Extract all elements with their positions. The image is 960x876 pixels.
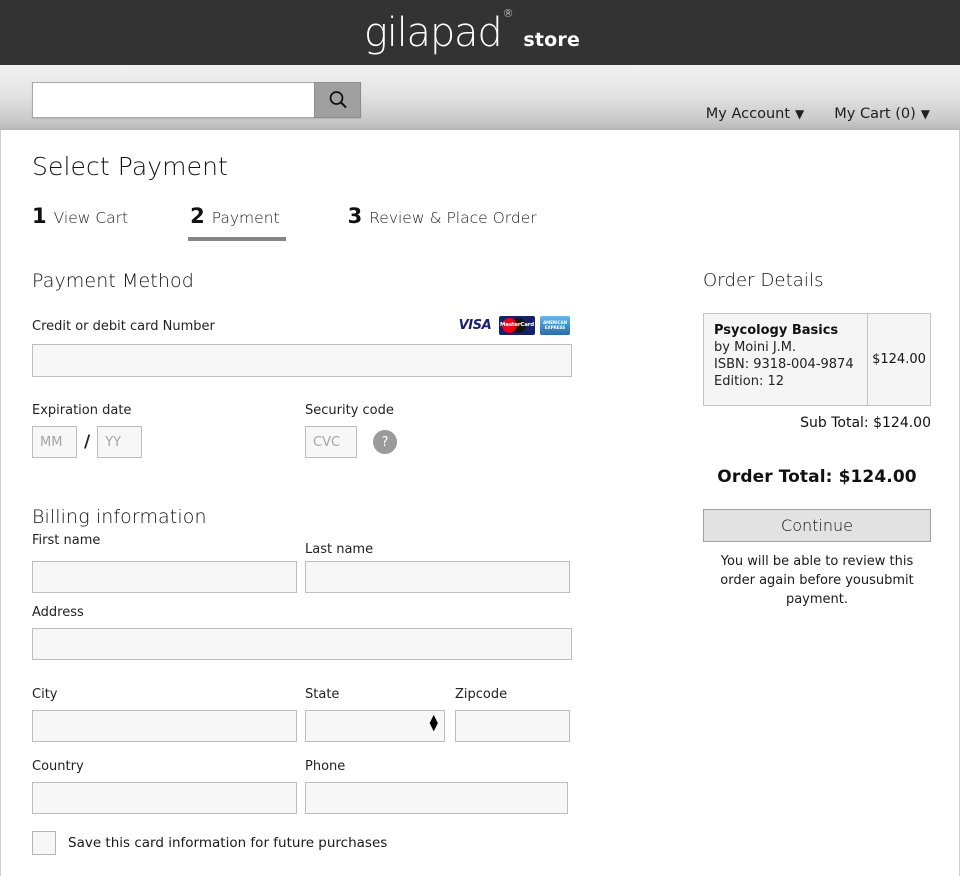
step-view-cart[interactable]: 1 View Cart [32,204,128,237]
mastercard-label: MasterCard [500,322,534,328]
brand-logo[interactable]: gilapad® store [363,8,581,56]
order-summary: Order Details Psycology Basics by Moini … [703,270,931,610]
expiration-security-row: Expiration date / Security code ? [32,403,572,458]
step-label: View Cart [53,209,129,227]
search-button[interactable] [314,82,361,118]
billing-information-heading: Billing information [32,506,207,528]
phone-label: Phone [305,759,346,774]
checkout-steps: 1 View Cart 2 Payment 3 Review & Place O… [32,204,537,241]
save-card-row: Save this card information for future pu… [32,831,572,855]
continue-button[interactable]: Continue [703,509,931,542]
order-item-price: $124.00 [867,314,930,405]
state-select[interactable]: ▲ ▼ [305,710,445,742]
country-phone-row: Country Phone [32,759,572,819]
search-group [32,82,361,118]
country-label: Country [32,759,84,774]
my-cart-label: My Cart (0) [834,106,916,122]
phone-input[interactable] [305,782,568,814]
city-state-zip-row: City State Zipcode ▲ ▼ [32,687,572,747]
payment-form: Payment Method Credit or debit card Numb… [32,270,572,855]
card-number-row: Credit or debit card Number VISA MasterC… [32,316,572,377]
order-item-author: by Moini J.M. [714,340,797,355]
address-input[interactable] [32,628,572,660]
site-header: gilapad® store [0,0,960,65]
security-code-label: Security code [305,403,394,418]
my-account-label: My Account [705,106,791,122]
city-input[interactable] [32,710,297,742]
chevron-down-icon: ▼ [920,107,930,121]
zipcode-input[interactable] [455,710,570,742]
page-title: Select Payment [32,152,228,181]
stepper-arrows-icon: ▲ ▼ [429,713,438,733]
zipcode-label: Zipcode [455,687,508,702]
card-number-input[interactable] [32,344,572,377]
step-label: Review & Place Order [369,209,537,227]
cvc-input[interactable] [305,426,357,458]
date-separator: / [84,432,91,452]
amex-logo: AMERICAN EXPRESS [540,316,570,335]
registered-trademark-icon: ® [502,7,514,21]
last-name-label: Last name [305,542,374,557]
account-links: My Account ▼ My Cart (0) ▼ [706,65,930,130]
my-account-menu[interactable]: My Account ▼ [706,106,804,122]
step-label: Payment [211,209,280,227]
country-input[interactable] [32,782,297,814]
order-note: You will be able to review this order ag… [720,554,914,607]
search-icon [329,91,347,109]
city-label: City [32,687,58,702]
step-number: 1 [32,204,47,228]
expiration-block: Expiration date / [32,403,305,458]
logo-suffix: store [523,28,581,51]
order-total: Order Total: $124.00 [717,467,917,487]
accepted-card-logos: VISA MasterCard AMERICAN EXPRESS [456,316,570,335]
expiration-inputs: / [32,426,305,458]
name-row: First name Last name [32,533,572,593]
address-label: Address [32,605,84,620]
help-question-icon[interactable]: ? [373,430,397,454]
last-name-input[interactable] [305,561,570,593]
payment-method-heading: Payment Method [32,270,194,292]
state-label: State [305,687,340,702]
step-payment[interactable]: 2 Payment [188,204,286,241]
order-item-row: Psycology Basics by Moini J.M. ISBN: 931… [703,313,931,406]
page-content: Select Payment 1 View Cart 2 Payment 3 R… [0,130,960,876]
order-item-edition: Edition: 12 [714,374,785,389]
security-code-inputs: ? [305,426,397,458]
search-bar: My Account ▼ My Cart (0) ▼ [0,65,960,130]
order-item-info: Psycology Basics by Moini J.M. ISBN: 931… [704,314,867,405]
search-input[interactable] [32,82,314,118]
save-card-checkbox[interactable] [32,831,56,855]
arrow-down-icon: ▼ [429,719,438,733]
order-item-isbn: ISBN: 9318-004-9874 [714,357,854,372]
first-name-input[interactable] [32,561,297,593]
visa-logo: VISA [456,316,494,335]
order-subtotal: Sub Total: $124.00 [800,415,931,431]
expiration-month-input[interactable] [32,426,77,458]
expiration-date-label: Expiration date [32,403,132,418]
step-number: 2 [190,204,205,228]
save-card-label: Save this card information for future pu… [68,835,388,851]
order-item-title: Psycology Basics [714,323,839,338]
first-name-label: First name [32,533,101,548]
step-number: 3 [347,204,363,228]
mastercard-logo: MasterCard [499,316,535,335]
chevron-down-icon: ▼ [795,107,805,121]
my-cart-menu[interactable]: My Cart (0) ▼ [834,106,930,122]
logo-text: gilapad [363,9,503,56]
security-code-block: Security code ? [305,403,397,458]
expiration-year-input[interactable] [97,426,143,458]
order-details-heading: Order Details [703,270,824,291]
step-review-place-order[interactable]: 3 Review & Place Order [348,204,537,237]
logo-wordmark: gilapad® [363,8,514,56]
